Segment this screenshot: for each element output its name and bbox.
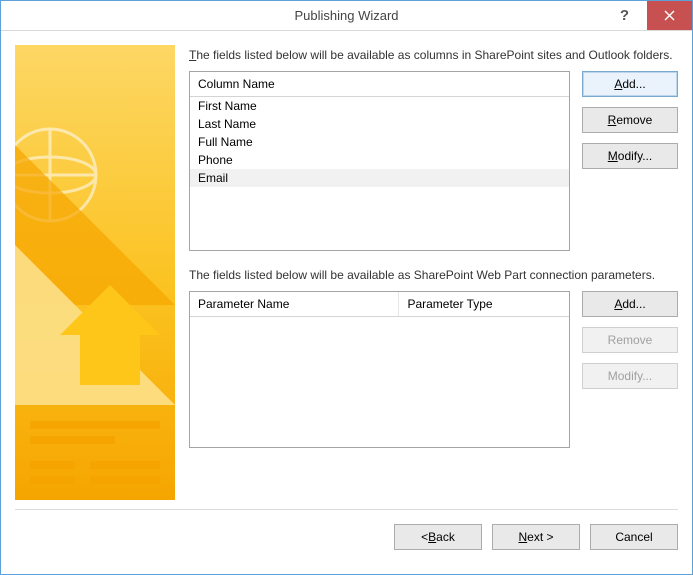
columns-description: The fields listed below will be availabl… xyxy=(189,47,678,63)
column-header-name[interactable]: Column Name xyxy=(190,72,569,96)
columns-modify-button[interactable]: Modify... xyxy=(582,143,678,169)
params-section: Parameter Name Parameter Type Add... Rem… xyxy=(189,291,678,448)
columns-add-button[interactable]: Add... xyxy=(582,71,678,97)
param-header-name[interactable]: Parameter Name xyxy=(190,292,398,316)
cancel-button[interactable]: Cancel xyxy=(590,524,678,550)
params-modify-button: Modify... xyxy=(582,363,678,389)
titlebar-controls: ? xyxy=(602,1,692,30)
list-item[interactable]: Last Name xyxy=(190,115,569,133)
back-button[interactable]: < Back xyxy=(394,524,482,550)
params-list-header[interactable]: Parameter Name Parameter Type xyxy=(190,292,569,317)
next-button[interactable]: Next > xyxy=(492,524,580,550)
params-description: The fields listed below will be availabl… xyxy=(189,267,678,283)
columns-section: Column Name First NameLast NameFull Name… xyxy=(189,71,678,251)
params-listbox[interactable]: Parameter Name Parameter Type xyxy=(189,291,570,448)
columns-remove-button[interactable]: Remove xyxy=(582,107,678,133)
columns-buttons: Add... Remove Modify... xyxy=(582,71,678,169)
list-item[interactable]: First Name xyxy=(190,97,569,115)
list-item[interactable]: Phone xyxy=(190,151,569,169)
wizard-footer: < Back Next > Cancel xyxy=(15,509,678,564)
wizard-sidebar-art xyxy=(15,45,175,500)
param-header-type[interactable]: Parameter Type xyxy=(398,292,569,316)
columns-list-header[interactable]: Column Name xyxy=(190,72,569,97)
params-add-button[interactable]: Add... xyxy=(582,291,678,317)
wizard-main: The fields listed below will be availabl… xyxy=(189,45,678,509)
columns-listbox[interactable]: Column Name First NameLast NameFull Name… xyxy=(189,71,570,251)
params-remove-button: Remove xyxy=(582,327,678,353)
params-buttons: Add... Remove Modify... xyxy=(582,291,678,389)
help-button[interactable]: ? xyxy=(602,1,647,30)
close-button[interactable] xyxy=(647,1,692,30)
list-item[interactable]: Email xyxy=(190,169,569,187)
decorative-art xyxy=(15,45,175,500)
titlebar: Publishing Wizard ? xyxy=(1,1,692,31)
wizard-body: The fields listed below will be availabl… xyxy=(1,31,692,509)
columns-list-body: First NameLast NameFull NamePhoneEmail xyxy=(190,97,569,187)
close-icon xyxy=(664,10,675,21)
window-title: Publishing Wizard xyxy=(1,1,692,31)
list-item[interactable]: Full Name xyxy=(190,133,569,151)
